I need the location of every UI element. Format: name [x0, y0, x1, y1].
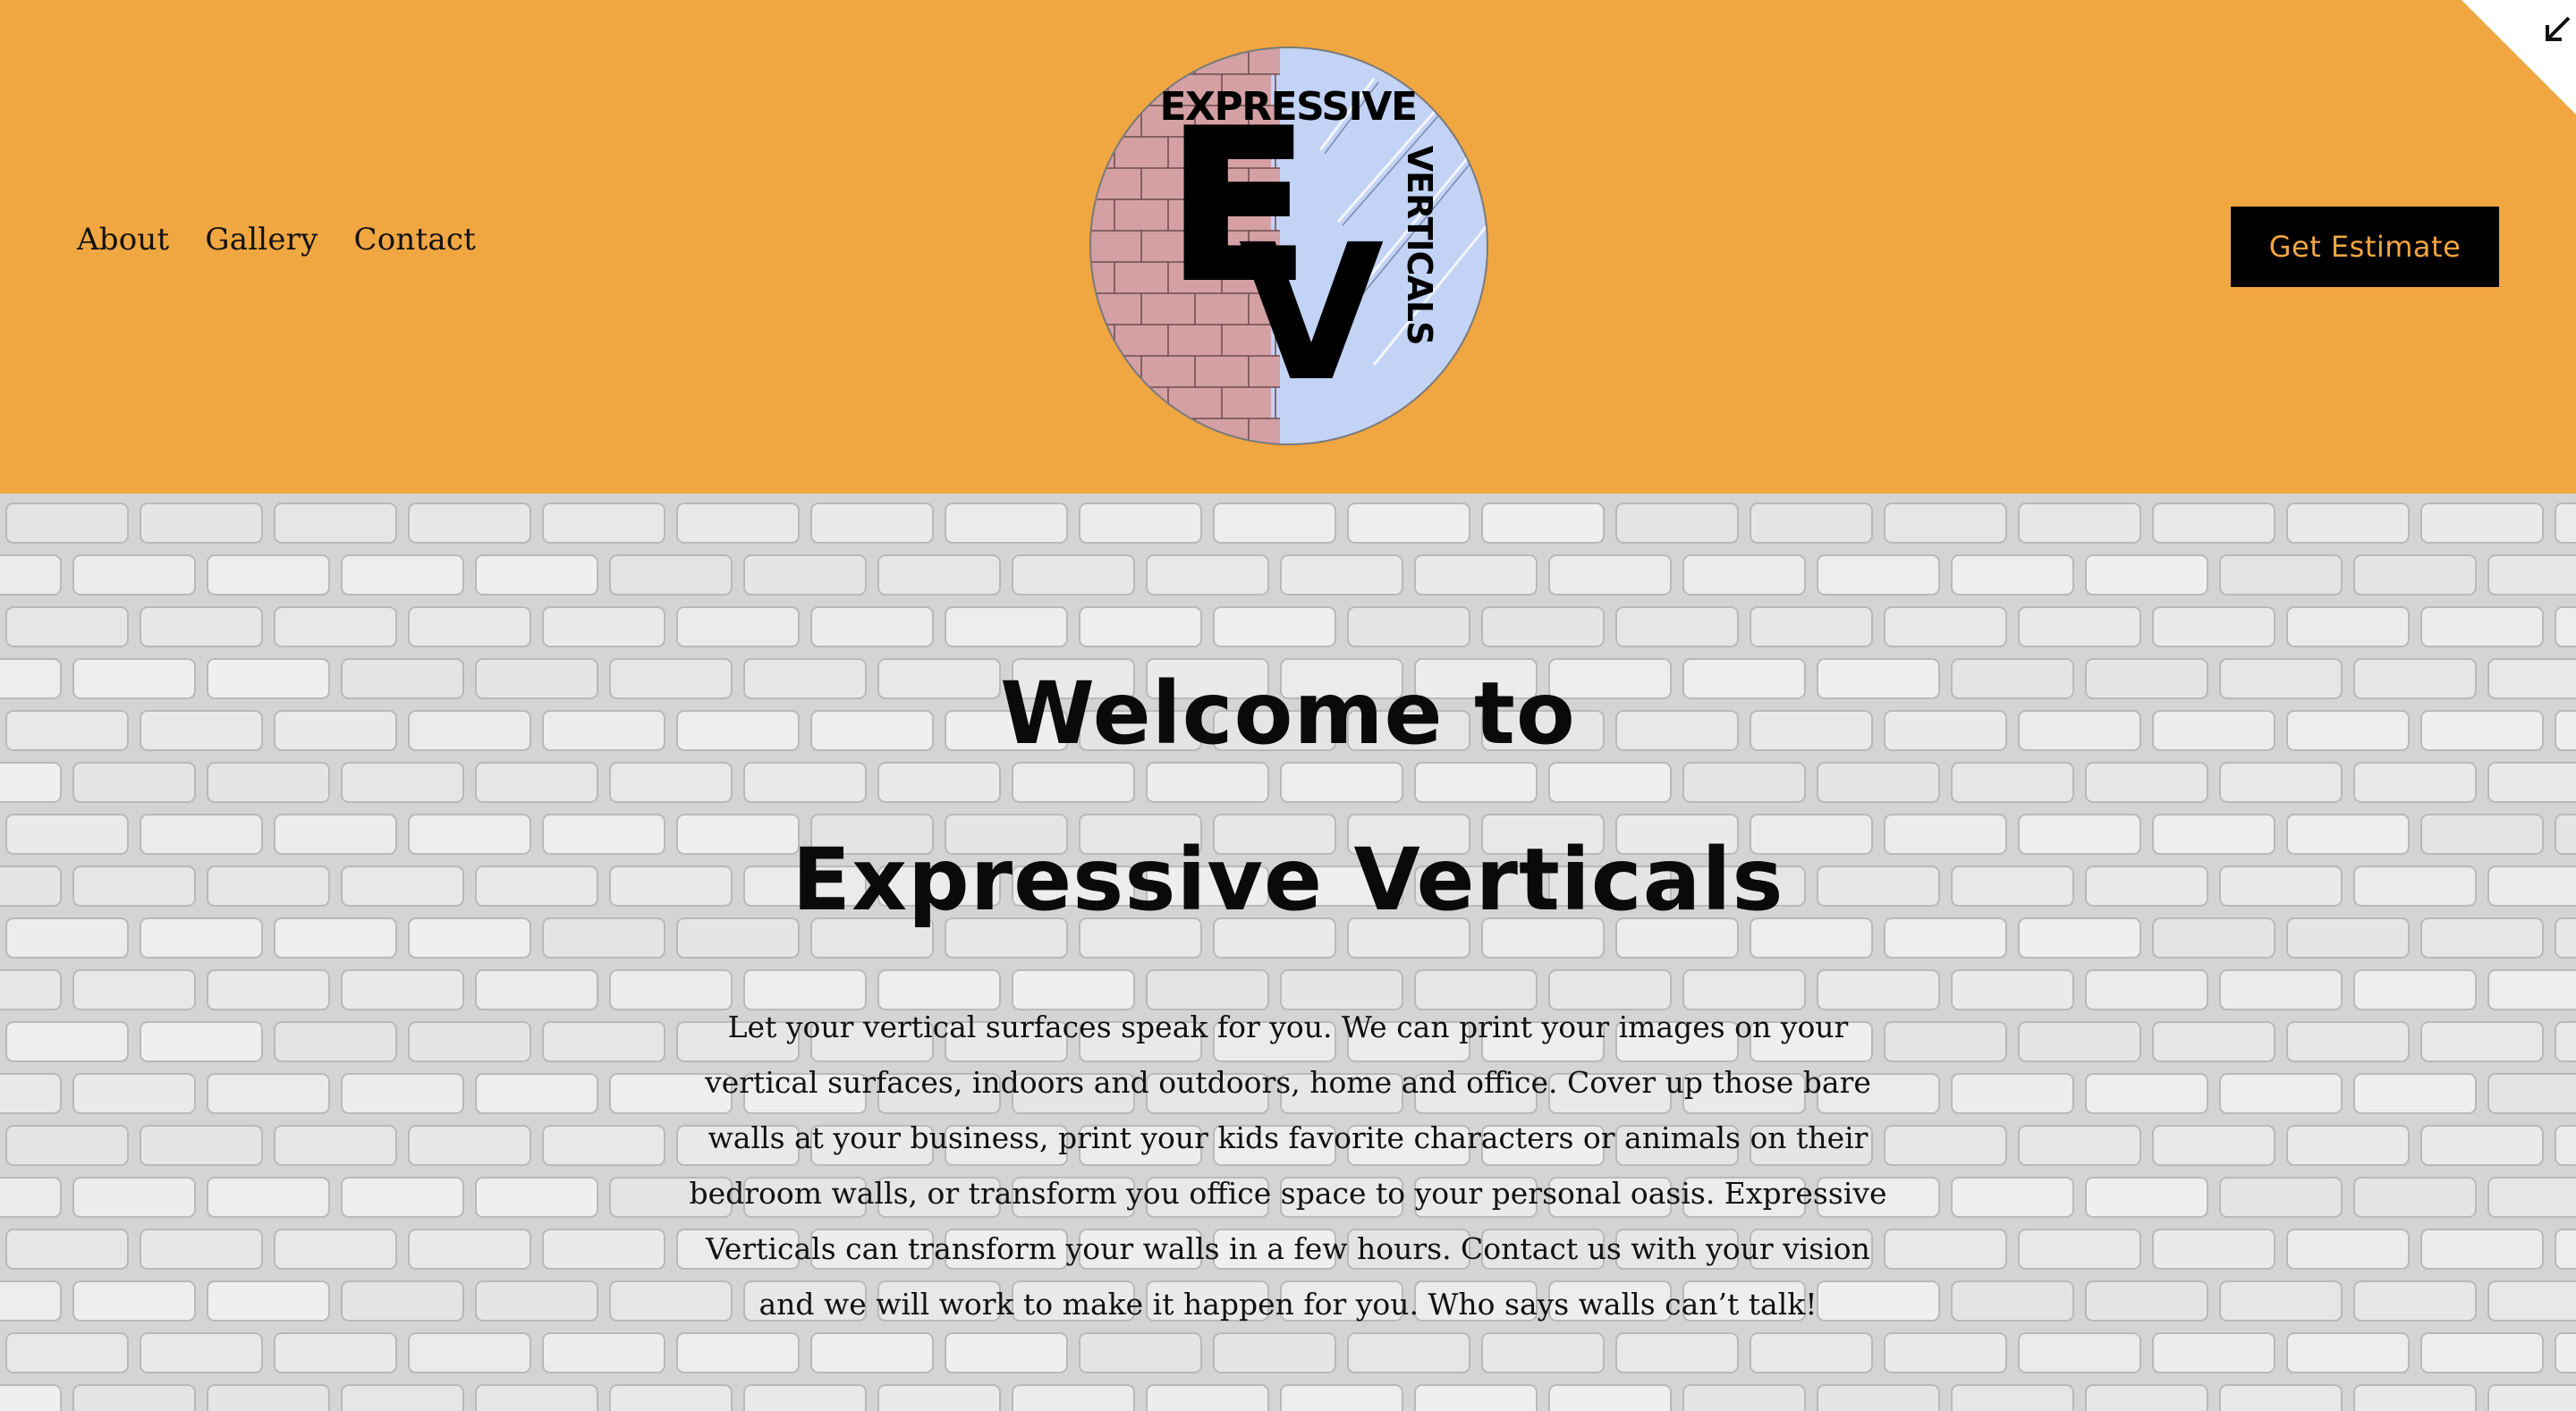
- corner-fold[interactable]: [2462, 0, 2576, 114]
- get-estimate-button[interactable]: Get Estimate: [2231, 207, 2499, 287]
- site-header: About Gallery Contact EXPRESSIVE E V VER…: [0, 0, 2576, 494]
- hero-title-line1: Welcome to: [1000, 663, 1576, 764]
- nav-link-about[interactable]: About: [77, 222, 169, 258]
- site-logo[interactable]: EXPRESSIVE E V VERTICALS: [1088, 43, 1490, 449]
- page: About Gallery Contact EXPRESSIVE E V VER…: [0, 0, 2576, 1411]
- hero-title-line2: Expressive Verticals: [792, 830, 1784, 930]
- nav-link-contact[interactable]: Contact: [354, 222, 476, 258]
- hero-section: Welcome to Expressive Verticals Let your…: [0, 494, 2576, 1411]
- logo-monogram-v: V: [1239, 204, 1385, 423]
- main-nav: About Gallery Contact: [77, 222, 476, 258]
- logo-side-text: VERTICALS: [1400, 146, 1439, 345]
- nav-link-gallery[interactable]: Gallery: [205, 222, 318, 258]
- hero-description: Let your vertical surfaces speak for you…: [689, 1010, 1887, 1322]
